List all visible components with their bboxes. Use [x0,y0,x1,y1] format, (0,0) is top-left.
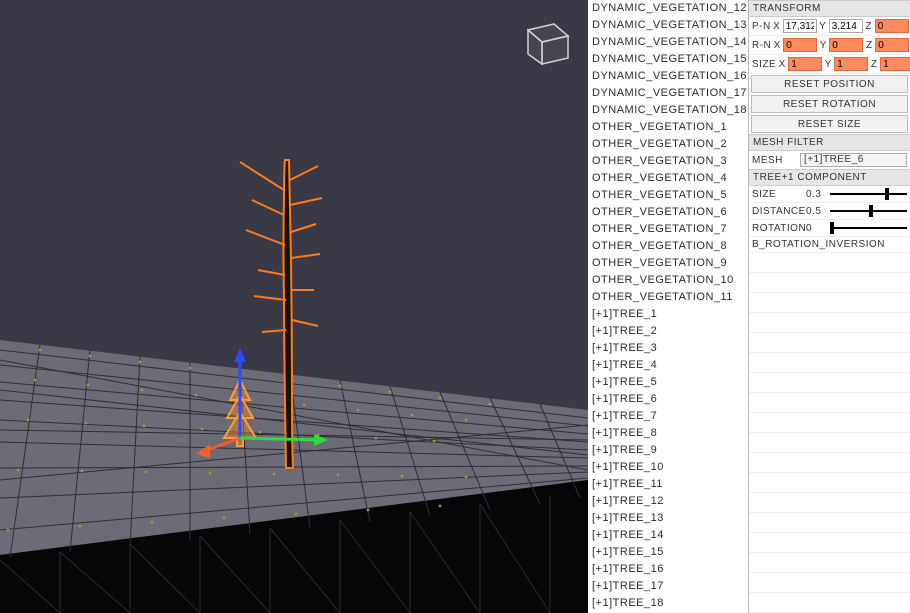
tree-distance-value: 0.5 [806,206,826,217]
hierarchy-item[interactable]: [+1]TREE_18 [590,595,746,612]
tree-distance-row: DISTANCE 0.5 [749,203,910,220]
inspector-empty-area [749,253,910,613]
hierarchy-item[interactable]: [+1]TREE_12 [590,493,746,510]
hierarchy-item[interactable]: DYNAMIC_VEGETATION_12 [590,0,746,17]
hierarchy-item[interactable]: OTHER_VEGETATION_10 [590,272,746,289]
hierarchy-item[interactable]: [+1]TREE_7 [590,408,746,425]
hierarchy-item[interactable]: DYNAMIC_VEGETATION_17 [590,85,746,102]
mesh-filter-header: MESH FILTER [749,134,910,151]
hierarchy-item[interactable]: OTHER_VEGETATION_5 [590,187,746,204]
hierarchy-item[interactable]: [+1]TREE_10 [590,459,746,476]
tree-size-label: SIZE [752,189,802,200]
hierarchy-item[interactable]: [+1]TREE_15 [590,544,746,561]
hierarchy-item[interactable]: OTHER_VEGETATION_2 [590,136,746,153]
hierarchy-item[interactable]: OTHER_VEGETATION_11 [590,289,746,306]
rotation-y-input[interactable] [829,38,863,52]
hierarchy-item[interactable]: [+1]TREE_8 [590,425,746,442]
rotation-z-input[interactable] [875,38,909,52]
scene-svg [0,0,588,613]
hierarchy-item[interactable]: [+1]TREE_14 [590,527,746,544]
scale-x-input[interactable] [788,57,822,71]
reset-size-button[interactable]: RESET SIZE [751,115,908,133]
tree-distance-label: DISTANCE [752,206,802,217]
hierarchy-item[interactable]: DYNAMIC_VEGETATION_18 [590,102,746,119]
b-rotation-inversion-toggle[interactable]: B_ROTATION_INVERSION [749,237,910,253]
viewport-3d[interactable] [0,0,588,613]
tree-rotation-slider[interactable] [830,222,907,234]
scale-y-input[interactable] [834,57,868,71]
scale-z-input[interactable] [880,57,910,71]
tree-distance-slider[interactable] [830,205,907,217]
reset-rotation-button[interactable]: RESET ROTATION [751,95,908,113]
position-y-input[interactable] [829,19,863,33]
hierarchy-item[interactable]: OTHER_VEGETATION_8 [590,238,746,255]
hierarchy-item[interactable]: OTHER_VEGETATION_7 [590,221,746,238]
transform-rotation-row: R-N X Y Z [749,36,910,55]
hierarchy-item[interactable]: [+1]TREE_4 [590,357,746,374]
reset-position-button[interactable]: RESET POSITION [751,75,908,93]
transform-position-row: P-N X Y Z [749,17,910,36]
position-z-input[interactable] [875,19,909,33]
rotation-x-input[interactable] [783,38,817,52]
hierarchy-item[interactable]: OTHER_VEGETATION_3 [590,153,746,170]
hierarchy-item[interactable]: [+1]TREE_17 [590,578,746,595]
tree-rotation-label: ROTATION [752,223,802,234]
y-label: Y [819,21,827,32]
transform-header: TRANSFORM [749,0,910,17]
hierarchy-item[interactable]: [+1]TREE_3 [590,340,746,357]
hierarchy-item[interactable]: OTHER_VEGETATION_6 [590,204,746,221]
size-label: SIZE [752,59,776,70]
hierarchy-item[interactable]: [+1]TREE_9 [590,442,746,459]
z-label: Z [865,21,873,32]
inspector-panel: TRANSFORM P-N X Y Z R-N X Y Z SIZE X Y [748,0,910,613]
hierarchy-item[interactable]: OTHER_VEGETATION_4 [590,170,746,187]
hierarchy-item[interactable]: DYNAMIC_VEGETATION_13 [590,17,746,34]
hierarchy-item[interactable]: DYNAMIC_VEGETATION_14 [590,34,746,51]
tree-rotation-value: 0 [806,223,826,234]
mesh-label: MESH [752,155,800,166]
hierarchy-item[interactable]: [+1]TREE_16 [590,561,746,578]
tree-component-header: TREE+1 COMPONENT [749,169,910,186]
transform-size-row: SIZE X Y Z [749,55,910,74]
hierarchy-item[interactable]: DYNAMIC_VEGETATION_15 [590,51,746,68]
position-x-input[interactable] [783,19,817,33]
hierarchy-item[interactable]: OTHER_VEGETATION_1 [590,119,746,136]
x-label: X [773,21,781,32]
rn-label: R-N [752,40,771,51]
tree-size-row: SIZE 0.3 [749,186,910,203]
hierarchy-item[interactable]: [+1]TREE_6 [590,391,746,408]
hierarchy-item[interactable]: [+1]TREE_13 [590,510,746,527]
hierarchy-item[interactable]: OTHER_VEGETATION_9 [590,255,746,272]
hierarchy-panel[interactable]: DYNAMIC_VEGETATION_12DYNAMIC_VEGETATION_… [588,0,748,613]
hierarchy-item[interactable]: [+1]TREE_5 [590,374,746,391]
tree-size-value: 0.3 [806,189,826,200]
hierarchy-item[interactable]: [+1]TREE_2 [590,323,746,340]
tree-rotation-row: ROTATION 0 [749,220,910,237]
tree-size-slider[interactable] [830,188,907,200]
pn-label: P-N [752,21,771,32]
hierarchy-item[interactable]: DYNAMIC_VEGETATION_16 [590,68,746,85]
orientation-cube-icon [514,10,574,70]
mesh-filter-row: MESH [+1]TREE_6 [749,151,910,169]
mesh-field[interactable]: [+1]TREE_6 [800,153,907,167]
hierarchy-item[interactable]: [+1]TREE_1 [590,306,746,323]
orientation-gizmo[interactable] [514,10,574,70]
hierarchy-item[interactable]: [+1]TREE_11 [590,476,746,493]
